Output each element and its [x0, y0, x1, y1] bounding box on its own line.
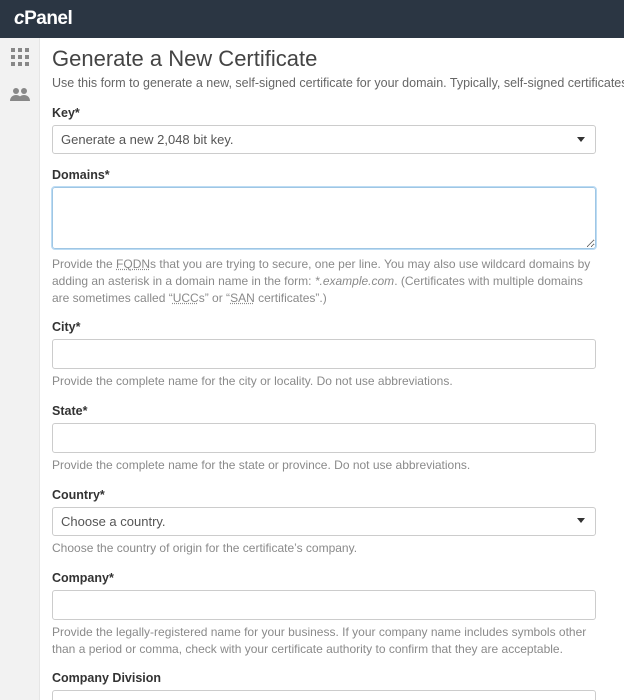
- field-division: Company Division Provide the name of the…: [52, 671, 624, 700]
- users-icon[interactable]: [10, 87, 30, 104]
- state-input[interactable]: [52, 423, 596, 453]
- brand-logo: cPanel: [14, 8, 72, 30]
- key-label: Key*: [52, 106, 596, 120]
- division-input[interactable]: [52, 690, 596, 700]
- company-help: Provide the legally-registered name for …: [52, 624, 596, 658]
- page-title: Generate a New Certificate: [52, 46, 624, 72]
- country-label: Country*: [52, 488, 596, 502]
- intro-text: Use this form to generate a new, self-si…: [52, 76, 624, 90]
- domains-textarea[interactable]: [52, 187, 596, 249]
- key-select[interactable]: Generate a new 2,048 bit key.: [52, 125, 596, 154]
- field-city: City* Provide the complete name for the …: [52, 320, 624, 390]
- field-key: Key* Generate a new 2,048 bit key.: [52, 106, 624, 154]
- city-input[interactable]: [52, 339, 596, 369]
- company-input[interactable]: [52, 590, 596, 620]
- page-body: Generate a New Certificate Use this form…: [0, 38, 624, 700]
- state-help: Provide the complete name for the state …: [52, 457, 596, 474]
- country-help: Choose the country of origin for the cer…: [52, 540, 596, 557]
- division-label: Company Division: [52, 671, 596, 685]
- domains-label: Domains*: [52, 168, 596, 182]
- field-country: Country* Choose a country. Choose the co…: [52, 488, 624, 557]
- field-company: Company* Provide the legally-registered …: [52, 571, 624, 658]
- grid-icon[interactable]: [11, 48, 29, 69]
- city-label: City*: [52, 320, 596, 334]
- main-content: Generate a New Certificate Use this form…: [40, 38, 624, 700]
- left-sidebar: [0, 38, 40, 700]
- company-label: Company*: [52, 571, 596, 585]
- domains-help: Provide the FQDNs that you are trying to…: [52, 256, 596, 306]
- field-domains: Domains* Provide the FQDNs that you are …: [52, 168, 624, 306]
- city-help: Provide the complete name for the city o…: [52, 373, 596, 390]
- country-select[interactable]: Choose a country.: [52, 507, 596, 536]
- state-label: State*: [52, 404, 596, 418]
- field-state: State* Provide the complete name for the…: [52, 404, 624, 474]
- topbar: cPanel: [0, 0, 624, 38]
